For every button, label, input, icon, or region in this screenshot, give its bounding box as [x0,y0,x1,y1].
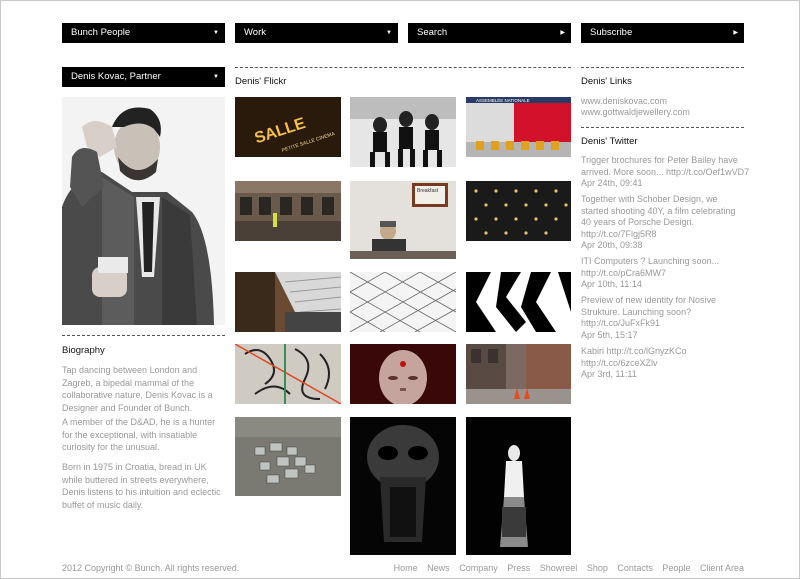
tweet-date: Apr 24th, 09:41 [581,178,643,188]
biography-title: Biography [62,345,105,356]
footer-link-people[interactable]: People [662,563,690,573]
tweet-text: ITI Computers ? Launching soon... [581,256,720,266]
tweet-text: Together with Schober Design, we [581,194,718,204]
footer-link-news[interactable]: News [427,563,450,573]
footer-link-showreel[interactable]: Showreel [540,563,578,573]
flickr-title: Denis' Flickr [235,76,287,87]
divider [581,67,744,68]
nav-search-label: Search [417,27,448,38]
nav-subscribe-label: Subscribe [590,27,633,38]
tweet-date: Apr 5th, 15:17 [581,329,638,340]
caret-right-icon: ▶ [560,30,565,36]
flickr-photo[interactable]: Breakfast [350,181,456,259]
flickr-photo[interactable]: SALLE PETITE SALLE CINEMA [235,97,341,157]
tweet-link[interactable]: http://t.co/7Flgj5R8 [581,229,751,241]
tweet-link[interactable]: http://t.co/JuFxFk91 [581,318,751,330]
person-select-dropdown[interactable]: Denis Kovac, Partner ▼ [62,67,225,87]
sign-text: ASSEMBLÉE NATIONALE [476,97,530,103]
caret-right-icon: ▶ [733,30,738,36]
nav-search-button[interactable]: Search ▶ [408,23,571,43]
caret-down-icon: ▼ [213,30,219,36]
biography-paragraph-1: Tap dancing between London and Zagreb, a… [62,365,213,413]
person-select-value: Denis Kovac, Partner [71,71,161,82]
flickr-photo[interactable] [350,97,456,167]
tweet-text: Preview of new identity for Nosive [581,295,717,305]
flickr-photo[interactable] [350,272,456,332]
tweet-text: Trigger brochures for Peter Bailey have [581,155,738,165]
tweet-date: Apr 3rd, 11:11 [581,369,637,379]
footer-link-contacts[interactable]: Contacts [617,563,653,573]
footer-link-home[interactable]: Home [394,563,418,573]
caret-down-icon: ▼ [213,74,219,80]
flickr-photo[interactable] [466,417,571,555]
flickr-photo[interactable] [466,272,571,332]
tweet-text[interactable]: arrived. More soon... http://t.co/Oef1wV… [581,167,751,179]
sign-text: Breakfast [417,188,439,194]
divider [62,335,225,336]
footer-copyright: 2012 Copyright © Bunch. All rights reser… [62,563,240,573]
tweet-link[interactable]: http://t.co/6zceXZlv [581,358,751,370]
nav-work-label: Work [244,27,266,38]
nav-bunch-people-label: Bunch People [71,27,131,38]
footer-nav: Home News Company Press Showreel Shop Co… [387,563,744,573]
flickr-photo[interactable] [350,344,456,404]
flickr-photo[interactable] [466,344,571,404]
tweet-item: ITI Computers ? Launching soon... http:/… [581,256,751,291]
tweet-text: started shooting 40Y, a film celebrating [581,205,736,216]
footer-link-shop[interactable]: Shop [587,563,608,573]
nav-bunch-people-dropdown[interactable]: Bunch People ▼ [62,23,225,43]
footer-link-press[interactable]: Press [507,563,530,573]
flickr-photo[interactable] [235,181,341,241]
footer-link-client-area[interactable]: Client Area [700,563,744,573]
flickr-photo[interactable]: ASSEMBLÉE NATIONALE [466,97,571,157]
tweet-date: Apr 10th, 11:14 [581,279,642,289]
twitter-title: Denis' Twitter [581,136,638,147]
tweet-item: Kabiri http://t.co/lGnyzKCo http://t.co/… [581,346,751,381]
link-website[interactable]: www.deniskovac.com [581,96,667,106]
caret-down-icon: ▼ [386,30,392,36]
biography-paragraph-2: A member of the D&AD, he is a hunter for… [62,417,216,452]
footer-link-company[interactable]: Company [459,563,498,573]
tweet-date: Apr 20th, 09:38 [581,240,643,250]
tweet-item: Together with Schober Design, we started… [581,194,751,252]
tweet-text: 40 years of Porsche Design. [581,217,695,227]
flickr-photo[interactable] [235,417,341,496]
flickr-photo[interactable] [235,344,341,404]
tweet-link[interactable]: http://t.co/pCra6MW7 [581,268,751,280]
flickr-photo[interactable] [235,272,341,332]
flickr-photo[interactable] [350,417,456,555]
tweet-item: Trigger brochures for Peter Bailey have … [581,155,751,190]
tweet-text: Strukture. Launching soon? [581,306,692,317]
link-website[interactable]: www.gottwaldjewellery.com [581,107,690,117]
divider [581,127,744,128]
links-title: Denis' Links [581,76,632,87]
divider [235,67,571,68]
tweet-text[interactable]: Kabiri http://t.co/lGnyzKCo [581,346,751,358]
biography-paragraph-3: Born in 1975 in Croatia, bread in UK whi… [62,462,221,510]
portrait-photo [62,97,225,325]
flickr-photo[interactable] [466,181,571,241]
nav-work-dropdown[interactable]: Work ▼ [235,23,398,43]
nav-subscribe-button[interactable]: Subscribe ▶ [581,23,744,43]
tweet-item: Preview of new identity for Nosive Struk… [581,295,751,341]
